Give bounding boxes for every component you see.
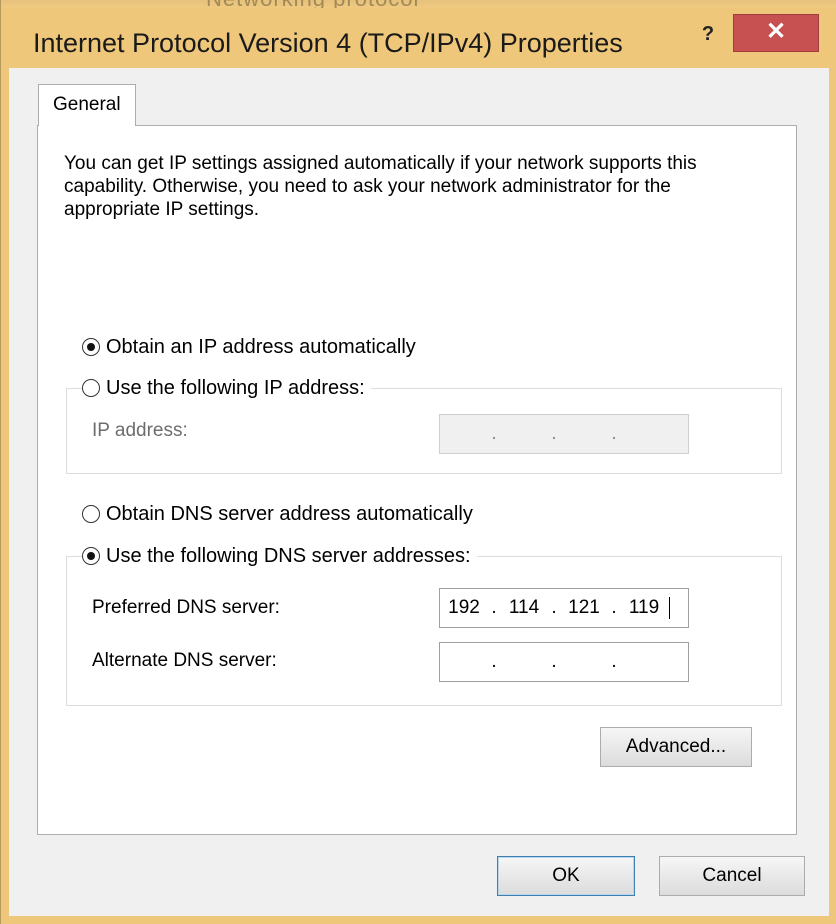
preferred-dns-octet-4: 119 (628, 597, 660, 618)
dialog-client-area: General You can get IP settings assigned… (9, 68, 829, 916)
general-tab-panel: You can get IP settings assigned automat… (37, 125, 797, 835)
description-text: You can get IP settings assigned automat… (64, 153, 697, 220)
obtain-dns-auto-radio[interactable]: Obtain DNS server address automatically (82, 501, 479, 527)
radio-unchecked-icon (82, 505, 100, 523)
preferred-dns-octet-3: 121 (568, 597, 600, 618)
ip-address-label: IP address: (92, 420, 188, 441)
use-following-ip-radio[interactable]: Use the following IP address: (82, 375, 371, 401)
radio-checked-icon (82, 338, 100, 356)
window-frame: Networking protocol Internet Protocol Ve… (0, 0, 836, 924)
use-following-dns-radio[interactable]: Use the following DNS server addresses: (82, 543, 477, 569)
obtain-dns-auto-label: Obtain DNS server address automatically (106, 502, 473, 525)
title-bar[interactable]: Internet Protocol Version 4 (TCP/IPv4) P… (1, 8, 836, 68)
advanced-button[interactable]: Advanced... (600, 727, 752, 767)
cancel-button[interactable]: Cancel (659, 856, 805, 896)
help-button[interactable]: ? (693, 22, 723, 46)
preferred-dns-field[interactable]: 192. 114. 121. 119 (439, 588, 689, 628)
background-window-strip: Networking protocol (1, 0, 836, 8)
obtain-ip-auto-label: Obtain an IP address automatically (106, 335, 416, 358)
ip-dot: . (611, 423, 617, 444)
ip-dot: . (491, 423, 497, 444)
background-window-title: Networking protocol (206, 0, 419, 8)
radio-checked-icon (82, 547, 100, 565)
close-button[interactable]: ✕ (733, 14, 819, 52)
preferred-dns-octet-2: 114 (508, 597, 540, 618)
ip-dot: . (551, 423, 557, 444)
text-caret (669, 597, 670, 619)
tab-general-label: General (53, 94, 121, 115)
tab-general[interactable]: General (38, 84, 136, 126)
ip-dot: . (491, 651, 497, 672)
preferred-dns-label: Preferred DNS server: (92, 597, 280, 618)
close-icon: ✕ (765, 18, 787, 45)
use-following-ip-label: Use the following IP address: (106, 376, 365, 399)
ok-button[interactable]: OK (497, 856, 635, 896)
use-following-dns-label: Use the following DNS server addresses: (106, 544, 471, 567)
dns-server-group: Preferred DNS server: 192. 114. 121. 119… (66, 556, 782, 706)
ip-address-field[interactable]: . . . (439, 414, 689, 454)
ip-dot: . (491, 597, 497, 618)
ip-dot: . (611, 597, 617, 618)
alternate-dns-label: Alternate DNS server: (92, 650, 277, 671)
obtain-ip-auto-radio[interactable]: Obtain an IP address automatically (82, 334, 422, 360)
preferred-dns-octet-1: 192 (448, 597, 480, 618)
alternate-dns-field[interactable]: . . . (439, 642, 689, 682)
window-title: Internet Protocol Version 4 (TCP/IPv4) P… (33, 28, 623, 58)
radio-unchecked-icon (82, 379, 100, 397)
ip-dot: . (611, 651, 617, 672)
ip-dot: . (551, 651, 557, 672)
ip-dot: . (551, 597, 557, 618)
